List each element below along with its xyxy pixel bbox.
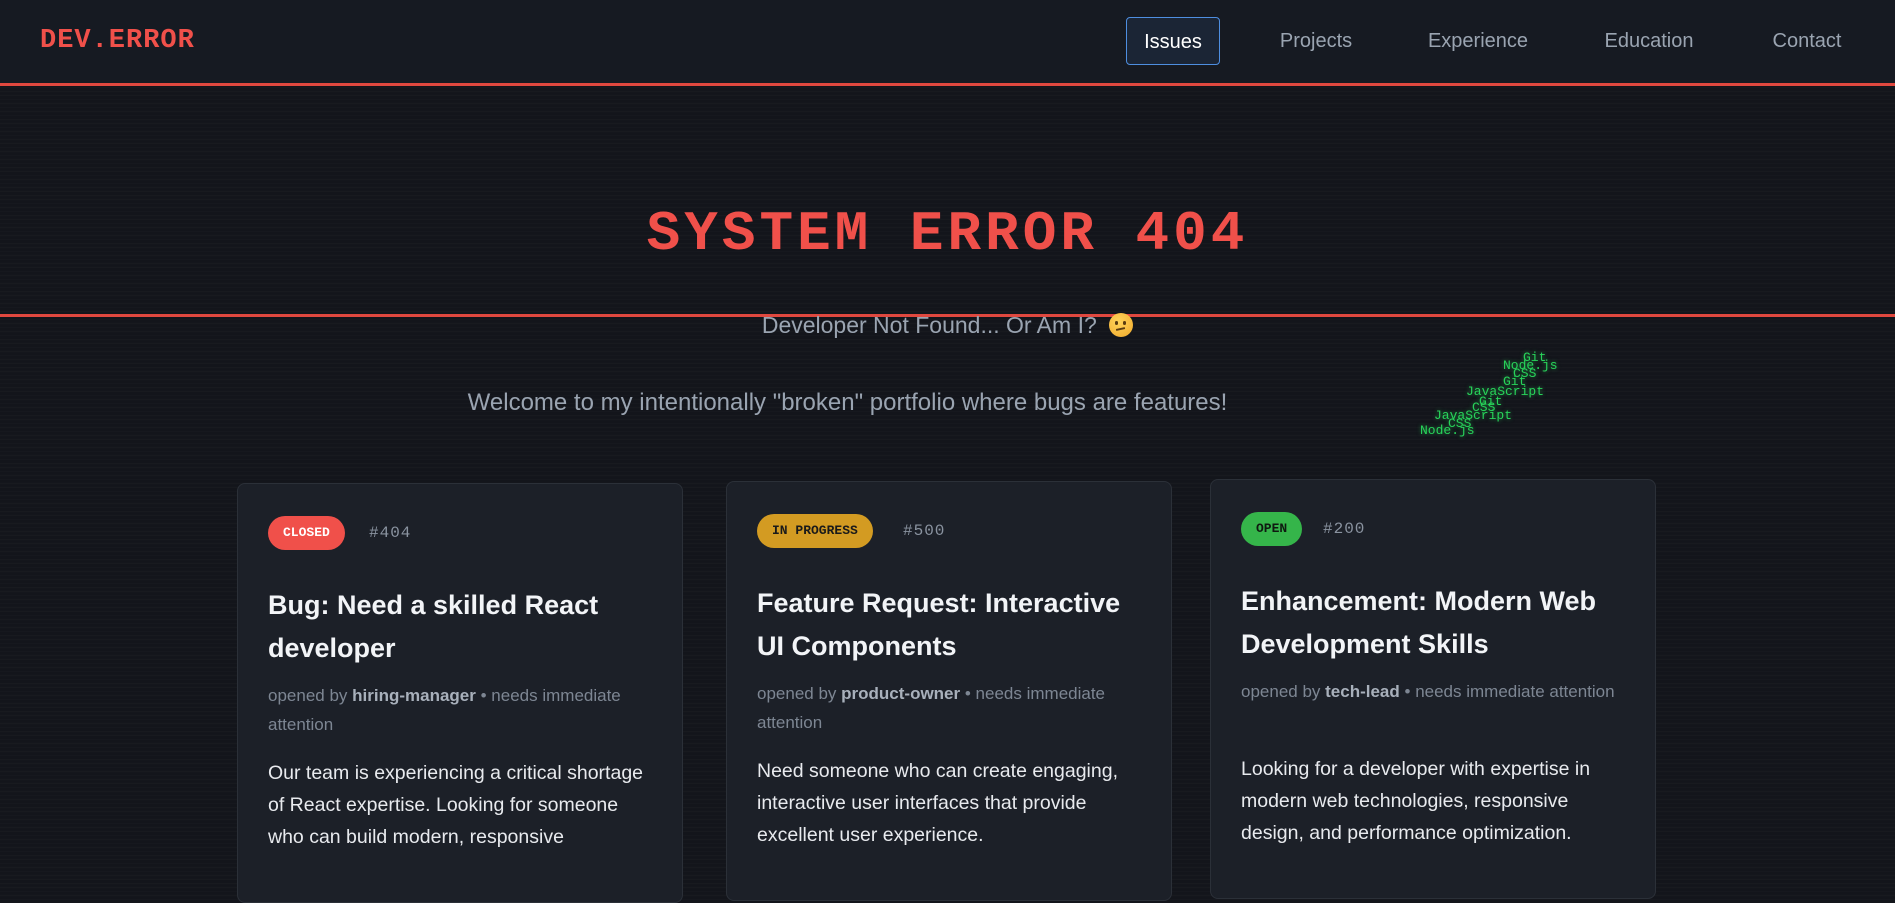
hero-subtitle-text: Developer Not Found... Or Am I? <box>761 312 1097 338</box>
issue-title: Enhancement: Modern Web Development Skil… <box>1241 586 1597 659</box>
site-logo[interactable]: DEV.ERROR <box>40 26 195 56</box>
nav-contact[interactable]: Contact <box>1764 17 1850 65</box>
nav-issues[interactable]: Issues <box>1126 17 1220 65</box>
meta-prefix: opened by <box>757 684 837 703</box>
issue-card[interactable]: IN PROGRESS #500 Feature Request: Intera… <box>726 481 1172 901</box>
falling-tech-word: Node.js <box>1420 423 1475 438</box>
status-badge: OPEN <box>1241 512 1303 546</box>
issue-description: Our team is experiencing a critical shor… <box>268 762 644 848</box>
issue-meta: opened by product-owner • needs immediat… <box>757 679 1147 737</box>
issue-number: #500 <box>903 522 946 540</box>
issue-meta: opened by tech-lead • needs immediate at… <box>1241 677 1631 706</box>
hero-subtitle: Developer Not Found... Or Am I? <box>0 312 1895 339</box>
falling-tech-word: JavaScript <box>1434 408 1513 423</box>
issue-author[interactable]: tech-lead <box>1325 682 1400 701</box>
status-badge: CLOSED <box>268 516 345 550</box>
issue-meta: opened by hiring-manager • needs immedia… <box>268 681 658 739</box>
issue-card[interactable]: OPEN #200 Enhancement: Modern Web Develo… <box>1210 479 1656 899</box>
nav-experience[interactable]: Experience <box>1421 17 1535 65</box>
issue-number: #404 <box>369 524 412 542</box>
meta-prefix: opened by <box>268 686 348 705</box>
falling-tech-word: JavaScript <box>1466 384 1545 399</box>
issue-description: Need someone who can create engaging, in… <box>757 760 1118 846</box>
thinking-face-icon <box>1109 313 1134 337</box>
status-badge: IN PROGRESS <box>757 514 873 548</box>
issue-author[interactable]: hiring-manager <box>352 686 476 705</box>
issue-title: Feature Request: Interactive UI Componen… <box>757 588 1121 661</box>
welcome-text: Welcome to my intentionally "broken" por… <box>467 389 1228 416</box>
top-navigation-bar: DEV.ERROR Issues Projects Experience Edu… <box>0 0 1895 86</box>
issue-card[interactable]: CLOSED #404 Bug: Need a skilled React de… <box>237 483 683 903</box>
nav-projects[interactable]: Projects <box>1264 17 1368 65</box>
issue-description: Looking for a developer with expertise i… <box>1241 758 1591 844</box>
issue-author[interactable]: product-owner <box>841 684 960 703</box>
issue-number: #200 <box>1323 520 1366 538</box>
meta-prefix: opened by <box>1241 682 1321 701</box>
nav-education[interactable]: Education <box>1598 17 1700 65</box>
hero-title: SYSTEM ERROR 404 <box>646 202 1249 266</box>
issue-title: Bug: Need a skilled React developer <box>268 590 599 663</box>
meta-suffix: • needs immediate attention <box>1404 682 1615 701</box>
